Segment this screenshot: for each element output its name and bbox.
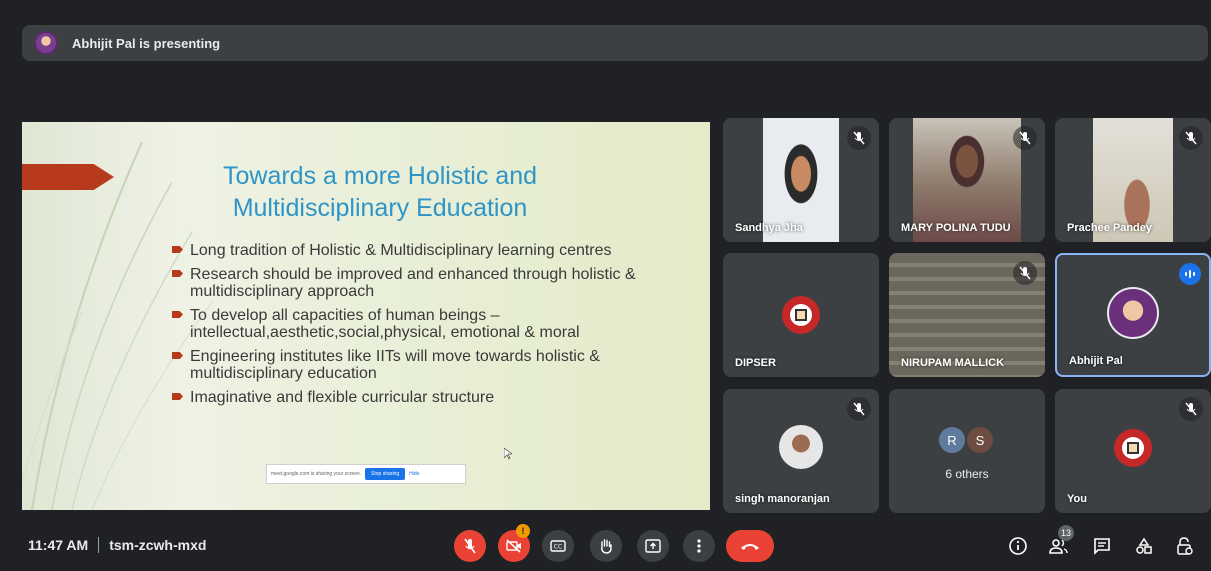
bullet-arrow-icon	[172, 246, 183, 253]
slide-title: Towards a more Holistic and Multidiscipl…	[180, 160, 580, 224]
speaking-indicator-icon	[1179, 263, 1201, 285]
slide-bullet-list: Long tradition of Holistic & Multidiscip…	[172, 242, 692, 413]
participant-tile-mary[interactable]: MARY POLINA TUDU	[889, 118, 1045, 242]
bullet-arrow-icon	[172, 393, 183, 400]
singh-avatar	[779, 425, 823, 469]
participant-tile-you[interactable]: You	[1055, 389, 1211, 513]
slide-bullet: To develop all capacities of human being…	[172, 307, 692, 341]
bullet-arrow-icon	[172, 270, 183, 277]
slide-bullet-text: Research should be improved and enhanced…	[190, 266, 636, 300]
raise-hand-button[interactable]	[590, 530, 622, 562]
participant-name: NIRUPAM MALLICK	[901, 357, 1005, 369]
mic-toggle-button[interactable]	[454, 530, 486, 562]
activities-button[interactable]	[1132, 534, 1156, 558]
camera-warning-badge: !	[516, 524, 530, 538]
divider	[98, 537, 100, 553]
present-screen-icon	[645, 539, 661, 553]
info-icon	[1009, 537, 1027, 555]
participant-name: Abhijit Pal	[1069, 355, 1123, 367]
more-options-button[interactable]	[683, 530, 715, 562]
presenter-avatar	[34, 31, 58, 55]
host-controls-icon	[1177, 537, 1193, 555]
end-call-icon	[741, 544, 759, 550]
captions-button[interactable]: CC	[542, 530, 574, 562]
you-logo-avatar	[1114, 429, 1152, 467]
camera-off-icon	[506, 539, 521, 553]
participant-count-badge: 13	[1058, 525, 1074, 541]
share-notice-text: meet.google.com is sharing your screen.	[271, 471, 362, 477]
participant-tile-abhijit[interactable]: Abhijit Pal	[1055, 253, 1211, 377]
slide-bullet: Imaginative and flexible curricular stru…	[172, 389, 692, 406]
slide-bullet: Long tradition of Holistic & Multidiscip…	[172, 242, 692, 259]
participant-tile-dipser[interactable]: DIPSER	[723, 253, 879, 377]
participant-name: Prachee Pandey	[1067, 222, 1152, 234]
mic-off-icon	[847, 397, 871, 421]
bullet-arrow-icon	[172, 311, 183, 318]
participant-name: singh manoranjan	[735, 493, 830, 505]
participant-tile-prachee[interactable]: Prachee Pandey	[1055, 118, 1211, 242]
presenting-text: Abhijit Pal is presenting	[72, 35, 221, 51]
meeting-details-button[interactable]	[1006, 534, 1030, 558]
slide-bullet-text: Long tradition of Holistic & Multidiscip…	[190, 242, 612, 259]
mic-off-icon	[464, 538, 476, 554]
mic-off-icon	[1013, 126, 1037, 150]
meeting-time: 11:47 AM	[28, 537, 89, 553]
bottom-control-bar: 11:47 AM tsm-zcwh-mxd ! CC 13	[0, 520, 1211, 571]
activities-icon	[1136, 537, 1152, 554]
slide-title-line2: Multidisciplinary Education	[232, 194, 528, 222]
mic-off-icon	[1013, 261, 1037, 285]
chat-icon	[1094, 538, 1110, 555]
hide-button[interactable]: Hide	[409, 471, 419, 477]
other-avatar-s: S	[967, 427, 993, 453]
meet-window: Abhijit Pal is presenting Towards a more…	[0, 0, 1211, 571]
participant-name: You	[1067, 493, 1087, 505]
more-options-icon	[697, 539, 701, 553]
host-controls-button[interactable]	[1173, 534, 1197, 558]
camera-toggle-button[interactable]: !	[498, 524, 530, 562]
screen-share-notice: meet.google.com is sharing your screen. …	[266, 464, 466, 484]
participant-tile-sandhya[interactable]: Sandhya Jha	[723, 118, 879, 242]
slide-bullet-text: To develop all capacities of human being…	[190, 307, 580, 341]
mouse-cursor-icon	[504, 448, 512, 460]
stop-sharing-button[interactable]: Stop sharing	[365, 468, 406, 480]
participant-tile-singh[interactable]: singh manoranjan	[723, 389, 879, 513]
meeting-code: tsm-zcwh-mxd	[109, 537, 207, 553]
participant-tile-others[interactable]: R S 6 others	[889, 389, 1045, 513]
participant-tile-nirupam[interactable]: NIRUPAM MALLICK	[889, 253, 1045, 377]
svg-text:CC: CC	[554, 544, 562, 551]
participant-name: DIPSER	[735, 357, 776, 369]
bullet-arrow-icon	[172, 352, 183, 359]
present-now-button[interactable]	[637, 530, 669, 562]
participant-name: MARY POLINA TUDU	[901, 222, 1011, 234]
mic-off-icon	[1179, 126, 1203, 150]
abhijit-avatar	[1107, 287, 1159, 339]
mic-off-icon	[1179, 397, 1203, 421]
leave-call-button[interactable]	[726, 530, 774, 562]
captions-icon: CC	[550, 540, 566, 552]
chat-button[interactable]	[1090, 534, 1114, 558]
slide-bullet-text: Imaginative and flexible curricular stru…	[190, 389, 495, 406]
presentation-slide[interactable]: Towards a more Holistic and Multidiscipl…	[22, 122, 710, 510]
slide-bullet: Research should be improved and enhanced…	[172, 266, 692, 300]
dipser-logo-avatar	[782, 296, 820, 334]
mic-off-icon	[847, 126, 871, 150]
others-group: R S 6 others	[889, 389, 1045, 513]
other-avatar-r: R	[939, 427, 965, 453]
slide-title-line1: Towards a more Holistic and	[222, 162, 537, 190]
others-count: 6 others	[945, 467, 989, 481]
meeting-info: 11:47 AM tsm-zcwh-mxd	[28, 537, 206, 553]
slide-bullet-text: Engineering institutes like IITs will mo…	[190, 348, 600, 382]
raise-hand-icon	[601, 539, 612, 554]
slide-bullet: Engineering institutes like IITs will mo…	[172, 348, 692, 382]
participant-name: Sandhya Jha	[735, 222, 803, 234]
presenting-banner: Abhijit Pal is presenting	[22, 25, 1208, 61]
